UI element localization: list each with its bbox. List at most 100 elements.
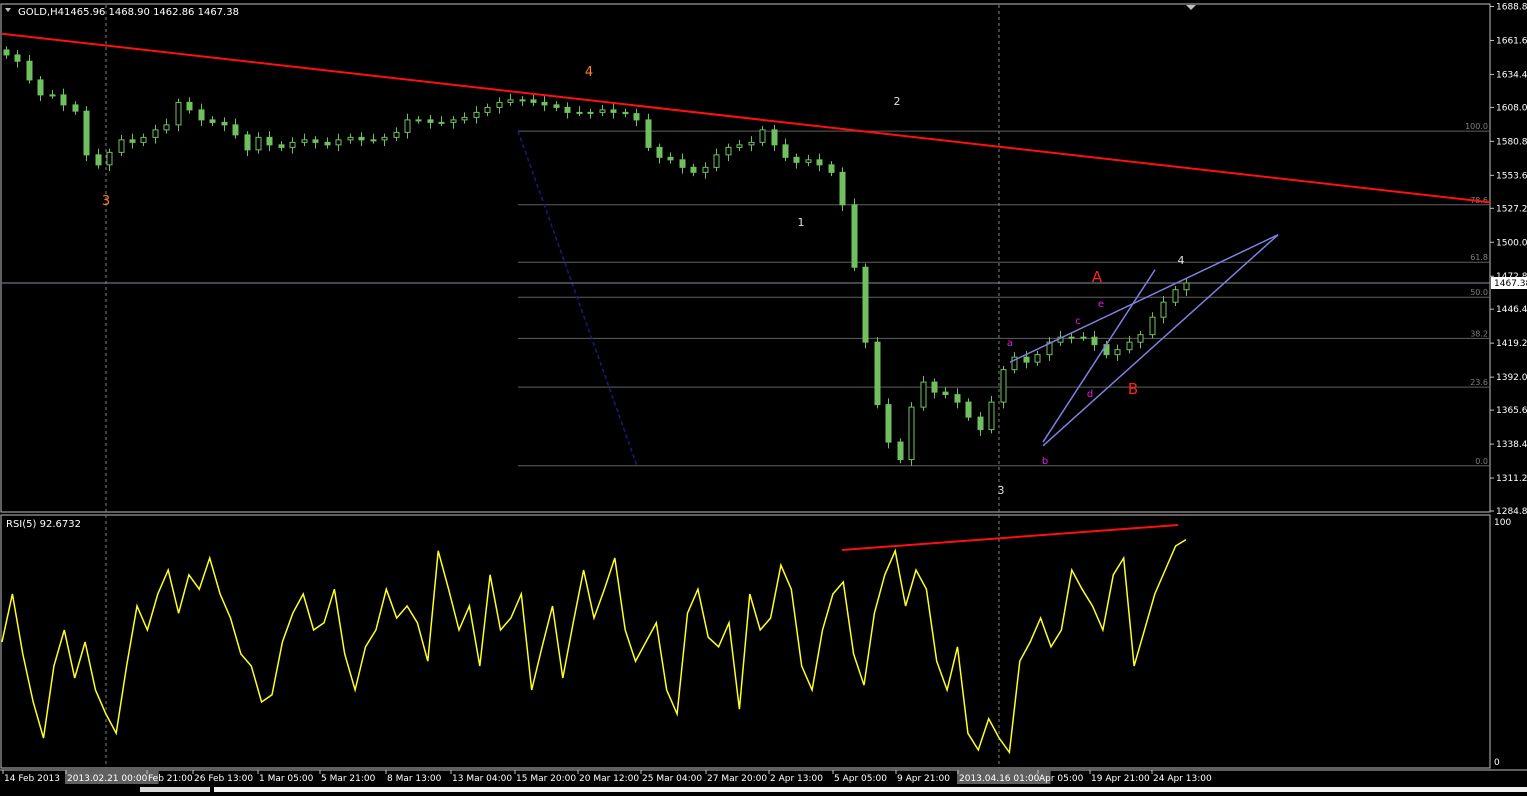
candle-body	[129, 139, 136, 143]
candle-body	[988, 401, 995, 431]
candle-body	[427, 119, 434, 123]
fibonacci-retracement[interactable]: 100.078.661.850.038.223.60.0	[517, 122, 1490, 467]
drawing-tools[interactable]	[1, 32, 1491, 551]
candle-body	[564, 106, 571, 113]
price-tick-label: 1661.60	[1496, 36, 1527, 46]
candle-body	[702, 166, 709, 173]
date-label: 19 Apr 21:00	[1091, 774, 1150, 784]
candle-body	[473, 111, 480, 118]
candle-body	[656, 146, 663, 158]
fib-level-label: 23.6	[1470, 378, 1488, 387]
wedge-inner-line	[1042, 269, 1156, 443]
wave-label: 3	[998, 484, 1005, 497]
fib-level-label: 0.0	[1475, 457, 1488, 466]
candle-body	[49, 94, 56, 97]
candle-body	[278, 144, 285, 148]
main-panel-border	[0, 3, 1491, 513]
price-tick-label: 1338.40	[1496, 440, 1527, 450]
candle-body	[965, 401, 972, 418]
date-label: 25 Mar 04:00	[642, 774, 702, 784]
candle-body	[885, 404, 892, 443]
candle-body	[587, 111, 594, 114]
candle-body	[381, 136, 388, 141]
price-tick-label: 1553.60	[1496, 171, 1527, 181]
date-label: 20 Mar 12:00	[579, 774, 639, 784]
candle-body	[530, 99, 537, 103]
candle-body	[1091, 336, 1098, 346]
candle-body	[1114, 349, 1121, 356]
fib-level-label: 100.0	[1465, 122, 1488, 131]
candle-body	[771, 129, 778, 146]
scroll-thumb	[140, 787, 210, 792]
rsi-line: 100 0	[1, 518, 1511, 768]
price-tick-label: 1527.20	[1496, 204, 1527, 214]
candle-body	[874, 341, 881, 406]
candle-body	[908, 406, 915, 461]
candle-body	[496, 101, 503, 108]
ohlc-values: 1465.96 1468.90 1462.86 1467.38	[64, 7, 239, 18]
rsi-axis-max: 100	[1494, 518, 1511, 528]
price-tick-label: 1688.80	[1496, 2, 1527, 12]
candle-body	[805, 159, 812, 163]
candle-body	[324, 141, 331, 146]
candle-body	[289, 141, 296, 148]
candle-body	[920, 381, 927, 408]
wave-label: b	[1042, 456, 1048, 467]
candle-body	[667, 156, 674, 161]
candle-body	[851, 204, 858, 268]
wave-label: a	[1007, 338, 1013, 349]
candle-body	[793, 156, 800, 163]
candle-body	[301, 139, 308, 143]
wave-label: e	[1098, 299, 1104, 310]
candle-body	[736, 144, 743, 148]
date-label: 26 Feb 13:00	[194, 774, 253, 784]
dropdown-arrow-icon[interactable]	[5, 8, 11, 12]
candle-body	[1160, 301, 1167, 318]
date-label: 13 Mar 04:00	[452, 774, 512, 784]
date-label: 2013.02.21 00:00	[67, 774, 148, 784]
candle-body	[3, 49, 10, 56]
main-trendline	[1, 32, 1491, 204]
candle-body	[163, 124, 170, 131]
candle-body	[862, 266, 869, 343]
candle-body	[748, 141, 755, 146]
fib-level-label: 38.2	[1470, 329, 1488, 338]
candle-body	[782, 144, 789, 158]
candle-body	[931, 381, 938, 393]
wave-label: B	[1128, 380, 1138, 398]
chart-svg: 100.078.661.850.038.223.60.0 341234ABabc…	[0, 2, 1527, 792]
date-label: 24 Apr 13:00	[1153, 774, 1212, 784]
wave-label: d	[1087, 389, 1093, 400]
price-tick-label: 1392.00	[1496, 373, 1527, 383]
candle-body	[83, 110, 90, 156]
candle-body	[816, 159, 823, 166]
candle-body	[690, 166, 697, 173]
price-tick-label: 1365.60	[1496, 406, 1527, 416]
candle-body	[610, 109, 617, 113]
candle-body	[633, 113, 640, 121]
candle-body	[541, 101, 548, 106]
fib-anchor-line	[517, 130, 638, 467]
candle-body	[312, 139, 319, 143]
candle-body	[645, 119, 652, 148]
rsi-label: RSI(5) 92.6732	[6, 519, 81, 530]
candle-body	[1172, 289, 1179, 303]
candle-body	[244, 134, 251, 151]
price-tick-label: 1500.00	[1496, 238, 1527, 248]
date-label: Feb 21:00	[148, 774, 193, 784]
rsi-series-line	[1, 538, 1187, 755]
wedge-upper-line	[1009, 234, 1279, 363]
chart-frame	[0, 3, 1527, 792]
scroll-marker-icon[interactable]	[1186, 5, 1196, 10]
candle-body	[839, 171, 846, 206]
candle-body	[60, 94, 67, 106]
candle-body	[1000, 369, 1007, 403]
date-label: 5 Mar 21:00	[321, 774, 376, 784]
price-tick-label: 1446.40	[1496, 305, 1527, 315]
rsi-divergence-line	[841, 524, 1179, 551]
price-tick-label: 1634.40	[1496, 70, 1527, 80]
candle-body	[14, 54, 21, 62]
candle-body	[209, 119, 216, 123]
candle-body	[450, 119, 457, 123]
candle-body	[72, 104, 79, 112]
